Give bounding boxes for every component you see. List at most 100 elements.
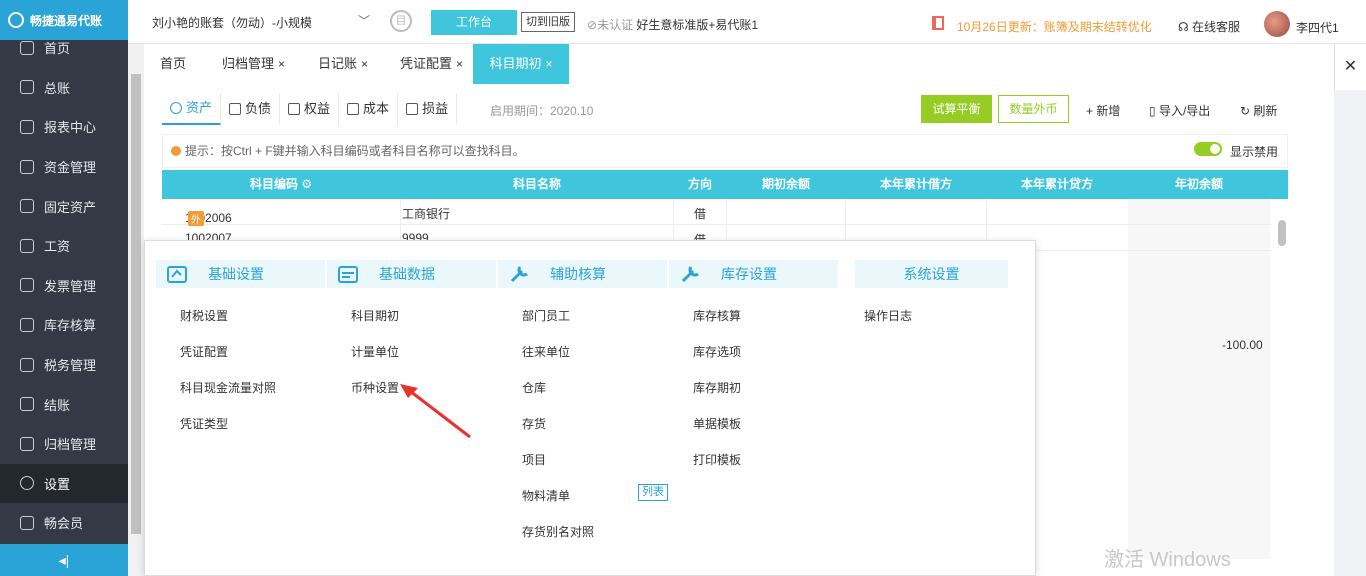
subtab-label: 成本	[363, 101, 390, 116]
invoice-icon	[20, 278, 34, 293]
sidebar-item-label: 发票管理	[44, 278, 97, 294]
section-title: 基础数据	[379, 266, 435, 282]
collapse-left-icon: ◂|	[58, 551, 70, 568]
sidebar-scrollbar[interactable]	[128, 44, 144, 546]
sidebar-item-closing[interactable]: 结账	[0, 384, 128, 424]
table-scrollbar[interactable]	[1272, 199, 1288, 576]
tab-assets[interactable]: 资产	[162, 93, 222, 125]
menu-item-tax-settings[interactable]: 财税设置	[180, 307, 228, 324]
add-label: 新增	[1096, 104, 1121, 118]
sidebar-item-label: 工资	[44, 239, 71, 255]
sidebar-item-reports[interactable]: 报表中心	[0, 107, 128, 147]
sidebar-item-salary[interactable]: 工资	[0, 226, 128, 266]
sidebar-item-member[interactable]: 畅会员	[0, 503, 128, 543]
file-icon: ▯	[1149, 104, 1159, 118]
close-icon[interactable]: ×	[546, 57, 553, 71]
sidebar-item-ledger[interactable]: 总账	[0, 68, 128, 108]
menu-item-currency[interactable]: 币种设置	[351, 379, 399, 396]
sidebar-item-funds[interactable]: 资金管理	[0, 147, 128, 187]
cert-status: ⊘未认证 好生意标准版+易代账1	[587, 16, 758, 33]
col-opening: 期初余额	[761, 177, 810, 191]
tab-journal[interactable]: 日记账 ×	[318, 44, 368, 84]
menu-item-bom[interactable]: 物料清单	[522, 487, 570, 504]
sidebar-item-archive[interactable]: 归档管理	[0, 424, 128, 464]
tab-voucher-config[interactable]: 凭证配置 ×	[400, 44, 463, 84]
update-notice[interactable]: 10月26日更新：账簿及期末结转优化	[957, 18, 1152, 35]
menu-item-voucher-config[interactable]: 凭证配置	[180, 343, 228, 360]
menu-item-departments[interactable]: 部门员工	[522, 307, 570, 324]
tab-opening-balance[interactable]: 科目期初 ×	[473, 44, 569, 84]
menu-item-stock-opening[interactable]: 库存期初	[693, 379, 741, 396]
close-panel-button[interactable]: ✕	[1334, 44, 1366, 90]
menu-item-warehouse[interactable]: 仓库	[522, 379, 546, 396]
tab-label: 首页	[160, 56, 187, 71]
avatar[interactable]	[1264, 11, 1290, 37]
tax-icon	[20, 357, 34, 372]
menu-item-voucher-type[interactable]: 凭证类型	[180, 415, 228, 432]
menu-item-project[interactable]: 项目	[522, 451, 546, 468]
seal-icon[interactable]: 目	[390, 10, 412, 32]
menu-item-opening-balance[interactable]: 科目期初	[351, 307, 399, 324]
sidebar-item-assets[interactable]: 固定资产	[0, 186, 128, 226]
section-title: 辅助核算	[550, 266, 606, 282]
import-export-button[interactable]: ▯ 导入/导出	[1149, 102, 1210, 119]
online-service-link[interactable]: ☊ 在线客服	[1178, 18, 1240, 35]
col-direction: 方向	[687, 177, 712, 191]
table-row[interactable]: 1002006 外 工商银行 借	[162, 199, 1288, 226]
menu-item-doc-template[interactable]: 单据模板	[693, 415, 741, 432]
refresh-label: 刷新	[1253, 104, 1278, 118]
chevron-down-icon: ﹀	[358, 14, 371, 28]
menu-item-cashflow-mapping[interactable]: 科目现金流量对照	[180, 379, 276, 396]
menu-item-partners[interactable]: 往来单位	[522, 343, 570, 360]
user-name[interactable]: 李四代1	[1296, 19, 1339, 36]
sidebar-item-label: 首页	[44, 41, 71, 57]
sidebar-collapse-button[interactable]: ◂|	[0, 544, 128, 576]
ledger-icon	[20, 80, 34, 95]
tab-label: 凭证配置	[400, 56, 453, 71]
sidebar-item-label: 税务管理	[44, 358, 97, 374]
data-card-icon	[338, 266, 358, 283]
switch-old-version-button[interactable]: 切到旧版	[521, 12, 575, 32]
close-icon[interactable]: ×	[278, 57, 285, 71]
sidebar-item-settings[interactable]: 设置	[0, 463, 128, 504]
close-icon[interactable]: ×	[456, 57, 463, 71]
menu-item-print-template[interactable]: 打印模板	[693, 451, 741, 468]
show-disabled-toggle[interactable]	[1194, 142, 1222, 156]
sidebar-item-tax[interactable]: 税务管理	[0, 345, 128, 385]
settings-card-icon	[167, 266, 187, 283]
tab-equity[interactable]: 权益	[280, 93, 340, 125]
list-tag-button[interactable]: 列表	[638, 484, 668, 501]
archive-icon	[20, 436, 34, 451]
sidebar-item-inventory[interactable]: 库存核算	[0, 305, 128, 345]
scrollbar-thumb[interactable]	[131, 74, 141, 534]
menu-item-units[interactable]: 计量单位	[351, 343, 399, 360]
menu-item-stock-options[interactable]: 库存选项	[693, 343, 741, 360]
logo-icon	[8, 12, 24, 28]
asset-icon	[20, 199, 34, 214]
home-icon	[20, 40, 34, 55]
refresh-button[interactable]: ↻ 刷新	[1240, 102, 1277, 119]
tab-archive[interactable]: 归档管理 ×	[222, 44, 285, 84]
close-icon[interactable]: ×	[361, 57, 368, 71]
qty-currency-button[interactable]: 数量外币	[998, 95, 1069, 123]
add-button[interactable]: + 新增	[1086, 102, 1120, 119]
tab-liabilities[interactable]: 负债	[221, 93, 281, 125]
workbench-button[interactable]: 工作台	[431, 10, 517, 35]
search-tip: 提示：按Ctrl + F键并输入科目编码或者科目名称可以查找科目。	[162, 134, 1288, 168]
menu-item-stock[interactable]: 存货	[522, 415, 546, 432]
tab-cost[interactable]: 成本	[339, 93, 399, 125]
menu-item-stock-alias[interactable]: 存货别名对照	[522, 523, 594, 540]
menu-item-stock-accounting[interactable]: 库存核算	[693, 307, 741, 324]
tab-home[interactable]: 首页	[160, 44, 186, 84]
scrollbar-thumb[interactable]	[1278, 220, 1286, 246]
subtab-label: 负债	[245, 101, 272, 116]
account-selector[interactable]: 刘小艳的账套（勿动）-小规模 ﹀	[152, 14, 370, 31]
chart-icon	[20, 119, 34, 134]
col-code[interactable]: 科目编码 ⚙	[162, 170, 400, 199]
tab-profit-loss[interactable]: 损益	[398, 93, 458, 125]
gear-icon[interactable]: ⚙	[301, 177, 312, 191]
sidebar-item-invoice[interactable]: 发票管理	[0, 266, 128, 306]
menu-item-operation-log[interactable]: 操作日志	[864, 307, 912, 324]
subtab-label: 权益	[304, 101, 331, 116]
trial-balance-button[interactable]: 试算平衡	[921, 95, 992, 123]
